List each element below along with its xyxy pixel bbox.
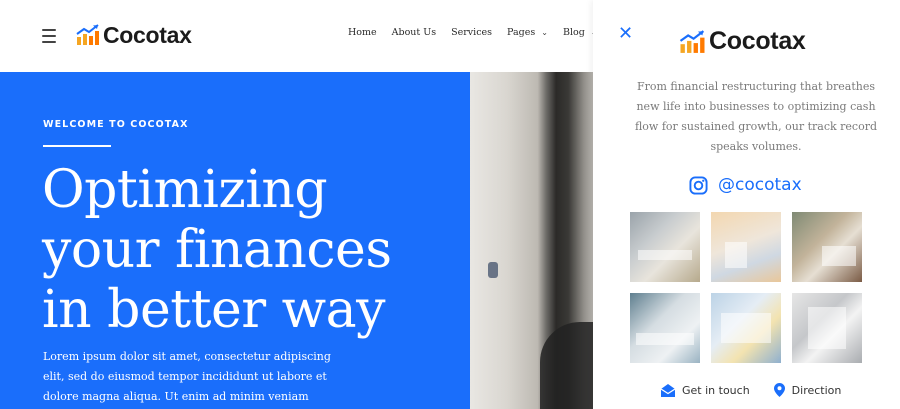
offcanvas-panel: ✕ Cocotax From financial restructuring t… (593, 0, 900, 409)
envelope-icon (661, 383, 675, 397)
nav-blog-label: Blog (562, 27, 585, 38)
photo-person-shoulder (540, 322, 593, 409)
photo-detail (488, 262, 498, 278)
main-nav: Home About Us Services Pages ⌄ Blog ⌄ (348, 27, 613, 38)
gallery-image-charts-meeting[interactable] (792, 212, 862, 282)
logo-wordmark: Cocotax (103, 21, 192, 48)
instagram-gallery (630, 212, 863, 363)
nav-about-us-label: About Us (391, 27, 437, 38)
site-logo[interactable]: Cocotax (76, 20, 192, 50)
instagram-link[interactable]: @cocotax (689, 175, 802, 195)
nav-home[interactable]: Home (348, 27, 377, 38)
nav-pages-label: Pages (507, 27, 536, 38)
hero-kicker-underline (43, 145, 111, 147)
panel-logo-wordmark: Cocotax (709, 27, 806, 55)
close-icon[interactable]: ✕ (618, 25, 633, 43)
hero-headline: Optimizing your finances in better way (42, 160, 462, 340)
logo-chart-icon (679, 29, 705, 53)
direction-link[interactable]: Direction (773, 383, 842, 397)
hero-photo (470, 72, 593, 409)
logo-chart-icon (76, 24, 99, 45)
panel-description: From financial restructuring that breath… (634, 80, 878, 153)
hero-body-text: Lorem ipsum dolor sit amet, consectetur … (43, 350, 331, 403)
gallery-image-calculator-documents[interactable] (711, 212, 781, 282)
gallery-image-pen-document[interactable] (711, 293, 781, 363)
panel-links: Get in touch Direction (661, 383, 841, 397)
site-header: Cocotax Home About Us Services Pages ⌄ Bl… (0, 0, 598, 72)
headline-line-3: in better way (42, 280, 386, 340)
nav-services[interactable]: Services (451, 27, 492, 38)
nav-services-label: Services (451, 27, 493, 38)
chevron-down-icon: ⌄ (541, 28, 548, 37)
nav-about-us[interactable]: About Us (392, 27, 437, 38)
instagram-icon (689, 175, 708, 195)
nav-pages[interactable]: Pages ⌄ (507, 27, 548, 38)
get-in-touch-link[interactable]: Get in touch (661, 383, 750, 397)
hero-kicker: WELCOME TO COCOTAX (43, 119, 189, 130)
get-in-touch-label: Get in touch (682, 383, 750, 397)
direction-label: Direction (791, 383, 842, 397)
gallery-image-laptop-money[interactable] (630, 212, 700, 282)
gallery-image-calculator[interactable] (792, 293, 862, 363)
map-pin-icon (773, 383, 785, 397)
headline-line-2: your finances (42, 220, 392, 280)
headline-line-1: Optimizing (42, 160, 328, 220)
instagram-handle: @cocotax (718, 175, 802, 195)
hamburger-menu-icon[interactable] (42, 29, 56, 43)
nav-home-label: Home (348, 27, 377, 38)
panel-logo[interactable]: Cocotax (679, 27, 806, 56)
gallery-image-coins-paperwork[interactable] (630, 293, 700, 363)
